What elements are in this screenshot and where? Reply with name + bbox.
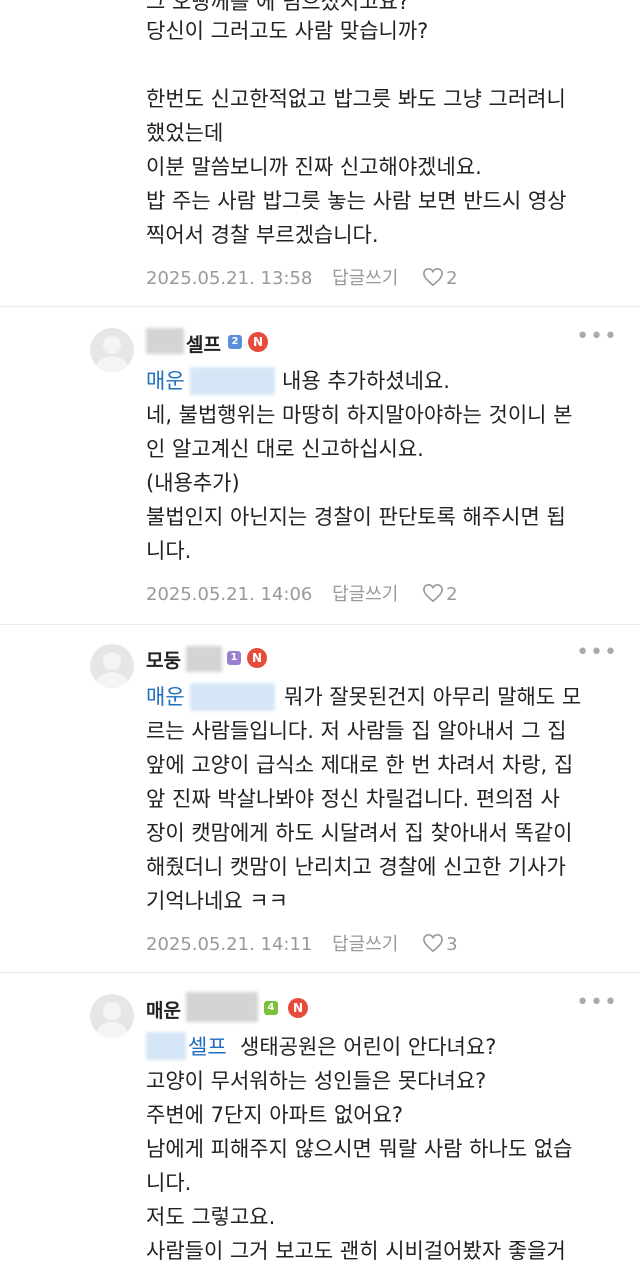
blurred-nickname	[186, 646, 222, 672]
comment-text: 앞에 고양이 급식소 제대로 한 번 차려서 차랑, 집	[146, 753, 574, 777]
blurred-nickname	[186, 992, 258, 1022]
comment-text: (내용추가)	[146, 471, 240, 495]
divider	[0, 306, 640, 307]
comment-date: 2025.05.21. 14:11	[146, 934, 313, 955]
heart-icon	[423, 267, 444, 287]
comment-text: 이분 말씀보니까 진짜 신고해야겠네요.	[146, 155, 482, 179]
divider	[0, 972, 640, 973]
heart-icon	[423, 583, 444, 603]
comment-meta: 2025.05.21. 13:58 답글쓰기 2	[146, 264, 458, 290]
comment-text: 해줬더니 캣맘이 난리치고 경찰에 신고한 기사가	[146, 855, 566, 879]
like-count: 2	[446, 584, 458, 605]
mention[interactable]: 셀프	[188, 1030, 227, 1064]
comment-text: 저도 그렇고요.	[146, 1205, 276, 1229]
like-count: 2	[446, 268, 458, 289]
mention[interactable]: 매운	[146, 680, 185, 714]
reply-button[interactable]: 답글쓰기	[332, 268, 398, 289]
more-icon[interactable]: •••	[576, 640, 618, 665]
comment-text: 주변에 7단지 아파트 없어요?	[146, 1103, 404, 1127]
comment-meta: 2025.05.21. 14:11 답글쓰기 3	[146, 930, 458, 956]
comment-text: 니다.	[146, 1171, 192, 1195]
divider	[0, 624, 640, 625]
new-badge: N	[288, 998, 308, 1018]
comment-text: 한번도 신고한적없고 밥그릇 봐도 그냥 그러려니	[146, 87, 566, 111]
comment-date: 2025.05.21. 13:58	[146, 268, 313, 289]
comment-meta: 2025.05.21. 14:06 답글쓰기 2	[146, 580, 458, 606]
grade-badge: 4	[264, 1001, 278, 1015]
like-count: 3	[446, 934, 458, 955]
grade-badge: 2	[228, 335, 242, 349]
nickname[interactable]: 셀프	[186, 330, 221, 357]
heart-icon	[423, 933, 444, 953]
comment-text: 생태공원은 어린이 안다녀요?	[240, 1035, 497, 1059]
more-icon[interactable]: •••	[576, 990, 618, 1015]
comment-text: 기억나네요 ㅋㅋ	[146, 889, 288, 913]
new-badge: N	[247, 648, 267, 668]
like-button[interactable]: 3	[422, 933, 458, 955]
comment-text: 니다.	[146, 539, 192, 563]
more-icon[interactable]: •••	[576, 324, 618, 349]
comment-text: 내용 추가하셨네요.	[282, 369, 450, 393]
like-button[interactable]: 2	[422, 267, 458, 289]
blurred-mention	[190, 367, 275, 395]
comment-text: 찍어서 경찰 부르겠습니다.	[146, 223, 379, 247]
comment-text: 네, 불법행위는 마땅히 하지말아야하는 것이니 본	[146, 403, 573, 427]
comment-text: 인 알고계신 대로 신고하십시요.	[146, 437, 424, 461]
blurred-nickname	[146, 328, 184, 354]
avatar[interactable]	[90, 644, 134, 688]
blurred-mention	[146, 1032, 186, 1060]
grade-badge: 1	[227, 651, 241, 665]
mention[interactable]: 매운	[146, 364, 185, 398]
reply-button[interactable]: 답글쓰기	[332, 934, 398, 955]
comment-text: 했었는데	[146, 121, 224, 145]
nickname[interactable]: 모둥	[146, 646, 181, 673]
comment-text: 불법인지 아닌지는 경찰이 판단토록 해주시면 됩	[146, 505, 566, 529]
comment-text: 뭐가 잘못된건지 아무리 말해도 모	[284, 685, 582, 709]
cut-off-text: 그 오빵께를 에 넘으셨지고요?	[146, 0, 410, 14]
comment-date: 2025.05.21. 14:06	[146, 584, 313, 605]
comment-text: 고양이 무서워하는 성인들은 못다녀요?	[146, 1069, 487, 1093]
comment-text: 남에게 피해주지 않으시면 뭐랄 사람 하나도 없습	[146, 1137, 573, 1161]
reply-button[interactable]: 답글쓰기	[332, 584, 398, 605]
blurred-mention	[190, 683, 275, 711]
new-badge: N	[248, 332, 268, 352]
comment-text: 당신이 그러고도 사람 맞습니까?	[146, 19, 429, 43]
nickname[interactable]: 매운	[146, 996, 181, 1023]
comment-text: 르는 사람들입니다. 저 사람들 집 알아내서 그 집	[146, 719, 567, 743]
comment-text: 장이 캣맘에게 하도 시달려서 집 찾아내서 똑같이	[146, 821, 573, 845]
comment-text: 밥 주는 사람 밥그릇 놓는 사람 보면 반드시 영상	[146, 189, 567, 213]
comment-text: 앞 진짜 박살나봐야 정신 차릴겁니다. 편의점 사	[146, 787, 560, 811]
avatar[interactable]	[90, 994, 134, 1038]
avatar[interactable]	[90, 328, 134, 372]
comment-text: 사람들이 그거 보고도 괜히 시비걸어봤자 좋을거	[146, 1239, 566, 1263]
like-button[interactable]: 2	[422, 583, 458, 605]
